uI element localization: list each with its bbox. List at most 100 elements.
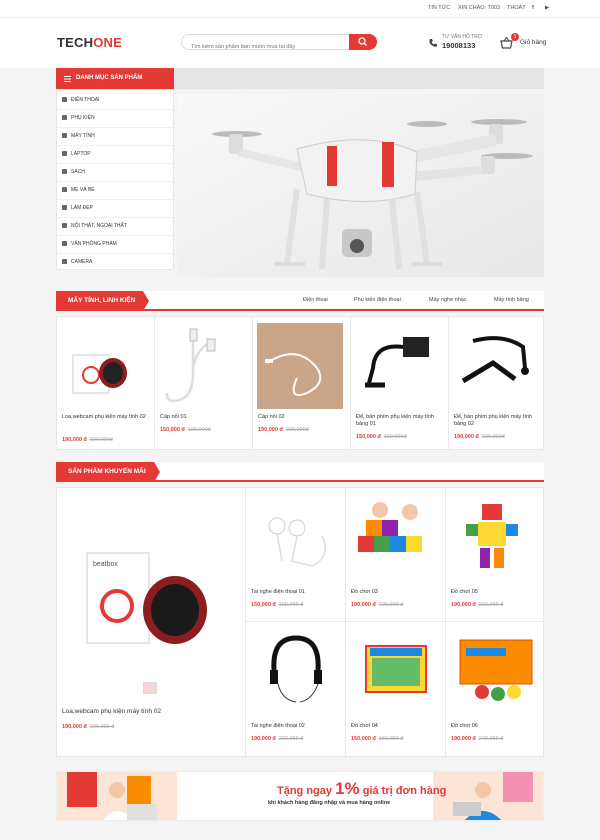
old-price: 222,000 đ [478,602,504,608]
old-price: 160,000 đ [378,736,404,742]
category-item-furniture[interactable]: Nội thất, ngoại thất [57,216,173,236]
logout-link[interactable]: THOÁT [507,5,526,11]
product-name: Cáp nối 01 [160,414,187,420]
category-label: Mẹ và bé [71,187,95,193]
logo-text-part1: TECH [57,35,94,50]
section-computer-title: MÁY TÍNH, LINH KIỆN [56,291,150,311]
featured-product-card[interactable]: beatbox Loa,webcam phụ kiện máy tính 02 … [57,488,246,756]
product-name: Đồ chơi 04 [351,723,378,729]
laptop-girl-image [433,772,543,820]
toy-robot-image [452,496,540,576]
thumbnail-image[interactable] [143,682,157,694]
product-card[interactable]: Đế, bàn phím phụ kiện máy tính bảng 01 1… [351,317,449,449]
product-price: 190,000 đ 220,000 đ [251,736,304,742]
shopping-woman-image [57,772,177,820]
category-list: Điện thoại Phụ kiện Máy tính Laptop Sách… [56,89,174,270]
tab-phone[interactable]: Điện thoại [303,297,328,303]
search-button[interactable] [349,34,377,50]
promo-subline: khi khách hàng đăng nhập và mua hàng onl… [268,800,391,806]
category-item-accessories[interactable]: Phụ kiện [57,108,173,128]
accessory-icon [62,115,67,120]
category-item-camera[interactable]: Camera [57,252,173,272]
monitor-icon [62,133,67,138]
product-price: 150,000 đ 190,000 đ [251,602,304,608]
product-price: 190,000 đ 220,000đ [62,437,113,443]
product-name: Loa,webcam phụ kiện máy tính 02 [62,414,146,420]
product-card[interactable]: Đồ chơi 03 190,000 đ 220,000 đ [346,488,446,622]
category-item-beauty[interactable]: Làm đẹp [57,198,173,218]
top-bar: TIN TỨC XIN CHÀO: T003 THOÁT f ▶ [0,0,600,18]
logo[interactable]: TECHONE [57,35,122,50]
tablet-stand-image [355,323,441,409]
toy-blocks-image [352,496,440,576]
section-promotion-title: SẢN PHẨM KHUYẾN MÃI [56,462,160,482]
search-input[interactable] [182,40,342,54]
product-card[interactable]: Loa,webcam phụ kiện máy tính 02 190,000 … [57,317,155,449]
user-greeting-link[interactable]: XIN CHÀO: T003 [458,5,500,11]
product-card[interactable]: Tai nghe điện thoại 02 190,000 đ 220,000 … [246,622,346,756]
tablet-stand-image [453,323,539,409]
facebook-icon[interactable]: f [532,5,534,11]
product-price: 190,000 đ 222,000 đ [451,602,504,608]
drone-image [177,94,544,277]
product-name: Đồ chơi 06 [451,723,478,729]
tab-tablet[interactable]: Máy tính bảng [494,297,529,303]
tab-phone-accessories[interactable]: Phụ kiện điện thoại [354,297,401,303]
product-card[interactable]: Đồ chơi 05 190,000 đ 222,000 đ [446,488,544,622]
product-card[interactable]: Cáp nối 02 190,000 đ 220,000đ [253,317,351,449]
toy-box-image [452,630,540,710]
pen-icon [62,241,67,246]
category-item-books[interactable]: Sách [57,162,173,182]
product-name: Đồ chơi 03 [351,589,378,595]
old-price: 220,000đ [89,437,113,443]
product-price: 150,000 đ 190,000đ [160,427,211,433]
product-row: Loa,webcam phụ kiện máy tính 02 190,000 … [56,316,544,450]
beauty-icon [62,205,67,210]
old-price: 240,000 đ [478,736,504,742]
category-item-mom-baby[interactable]: Mẹ và bé [57,180,173,200]
category-label: Làm đẹp [71,205,93,211]
product-name: Đồ chơi 05 [451,589,478,595]
product-name: Tai nghe điện thoại 01 [251,589,305,595]
cart-count-badge: 1 [511,33,519,41]
product-name: Loa,webcam phụ kiện máy tính 02 [62,708,162,715]
category-item-computer[interactable]: Máy tính [57,126,173,146]
book-icon [62,169,67,174]
product-card[interactable]: Cáp nối 01 150,000 đ 190,000đ [155,317,253,449]
hero-banner[interactable] [177,94,544,277]
tab-music-player[interactable]: Máy nghe nhạc [429,297,467,303]
product-card[interactable]: Đồ chơi 04 150,000 đ 160,000 đ [346,622,446,756]
product-price: 190,000 đ 220,000 đ [62,724,115,730]
category-label: Văn phòng phẩm [71,241,117,247]
category-menu-header[interactable]: Danh mục sản phẩm [56,68,174,89]
promo-ad-banner[interactable]: Tặng ngay 1% giá trị đơn hàng khi khách … [56,771,544,821]
category-item-office[interactable]: Văn phòng phẩm [57,234,173,254]
product-name: Cáp nối 02 [258,414,285,420]
product-price: 190,000 đ 240,000 đ [451,736,504,742]
search-box [181,34,377,54]
cart-label: Giỏ hàng [520,39,547,46]
search-icon [358,37,367,46]
category-label: Nội thất, ngoại thất [71,223,127,229]
old-price: 220,000 đ [89,724,115,730]
news-link[interactable]: TIN TỨC [428,5,450,11]
toy-box-image [352,630,440,710]
product-name: Tai nghe điện thoại 02 [251,723,305,729]
product-card[interactable]: Tai nghe điện thoại 01 150,000 đ 190,000 … [246,488,346,622]
menu-icon [64,76,71,82]
category-item-laptop[interactable]: Laptop [57,144,173,164]
category-label: Sách [71,169,85,175]
section-computer-header: MÁY TÍNH, LINH KIỆN Điện thoại Phụ kiện … [56,291,544,311]
product-card[interactable]: Đồ chơi 06 190,000 đ 240,000 đ [446,622,544,756]
earphone-image [252,496,340,576]
product-card[interactable]: Đế, bàn phím phụ kiện máy tính bảng 02 1… [449,317,544,449]
promo-headline: Tặng ngay 1% giá trị đơn hàng [277,779,447,798]
category-menu-title: Danh mục sản phẩm [76,75,143,81]
category-label: Phụ kiện [71,115,95,121]
youtube-icon[interactable]: ▶ [545,5,549,11]
category-item-phone[interactable]: Điện thoại [57,90,173,110]
headphone-image [252,630,340,710]
product-price: 150,000 đ 190,000đ [356,434,407,440]
product-price: 190,000 đ 220,000 đ [351,602,404,608]
old-price: 190,000đ [187,427,211,433]
